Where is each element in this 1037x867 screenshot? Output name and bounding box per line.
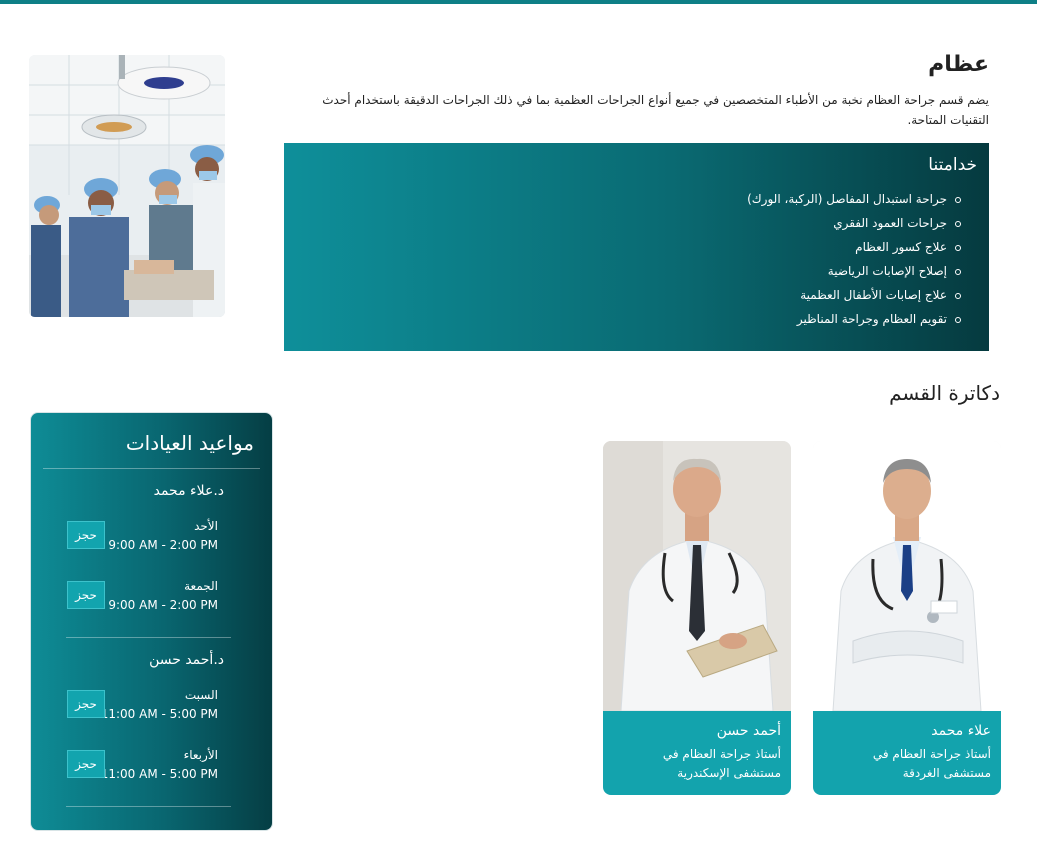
top-accent-bar (0, 0, 1037, 4)
service-item: جراحات العمود الفقري (747, 211, 961, 235)
slot-day: الأحد (194, 519, 218, 533)
doctors-section-title: دكاترة القسم (889, 381, 1000, 405)
schedule-divider (66, 806, 231, 807)
slot-day: الجمعة (184, 579, 218, 593)
doctor-photo (813, 441, 1001, 712)
service-item: تقويم العظام وجراحة المناظير (747, 307, 961, 331)
slot-day: السبت (184, 688, 218, 702)
doctor-card[interactable]: أحمد حسن أستاذ جراحة العظام في مستشفى ال… (603, 441, 791, 795)
book-button[interactable]: حجز (67, 581, 105, 609)
slot-time: 11:00 AM - 5:00 PM (100, 767, 218, 781)
surgery-room-photo (29, 55, 225, 317)
doctor-info: أحمد حسن أستاذ جراحة العظام في مستشفى ال… (603, 711, 791, 795)
doctor-role: أستاذ جراحة العظام في مستشفى الغردقة (872, 747, 991, 780)
services-panel: خدامتنا جراحة استبدال المفاصل (الركبة، ا… (284, 143, 989, 351)
book-button[interactable]: حجز (67, 750, 105, 778)
schedule-divider (66, 637, 231, 638)
schedule-doctor-name: د.علاء محمد (153, 483, 224, 499)
book-button[interactable]: حجز (67, 690, 105, 718)
schedule-title-divider (43, 468, 260, 469)
slot-time: 9:00 AM - 2:00 PM (108, 598, 218, 612)
doctor-name: علاء محمد (931, 723, 991, 739)
service-item: جراحة استبدال المفاصل (الركبة، الورك) (747, 187, 961, 211)
doctor-photo (603, 441, 791, 712)
doctor-role: أستاذ جراحة العظام في مستشفى الإسكندرية (662, 747, 781, 780)
doctor-name: أحمد حسن (716, 723, 781, 739)
department-description: يضم قسم جراحة العظام نخبة من الأطباء الم… (322, 93, 989, 127)
doctor-info: علاء محمد أستاذ جراحة العظام في مستشفى ا… (813, 711, 1001, 795)
services-title: خدامتنا (928, 155, 977, 175)
services-list: جراحة استبدال المفاصل (الركبة، الورك) جر… (747, 187, 961, 331)
slot-time: 11:00 AM - 5:00 PM (100, 707, 218, 721)
doctor-card[interactable]: علاء محمد أستاذ جراحة العظام في مستشفى ا… (813, 441, 1001, 795)
schedule-doctor-name: د.أحمد حسن (149, 652, 224, 668)
clinic-schedule-panel: مواعيد العيادات د.علاء محمد الأحد 9:00 A… (30, 412, 273, 831)
service-item: علاج إصابات الأطفال العظمية (747, 283, 961, 307)
department-title: عظام (928, 52, 989, 77)
service-item: علاج كسور العظام (747, 235, 961, 259)
slot-day: الأربعاء (183, 748, 218, 762)
slot-time: 9:00 AM - 2:00 PM (108, 538, 218, 552)
schedule-title: مواعيد العيادات (125, 431, 254, 455)
book-button[interactable]: حجز (67, 521, 105, 549)
service-item: إصلاح الإصابات الرياضية (747, 259, 961, 283)
